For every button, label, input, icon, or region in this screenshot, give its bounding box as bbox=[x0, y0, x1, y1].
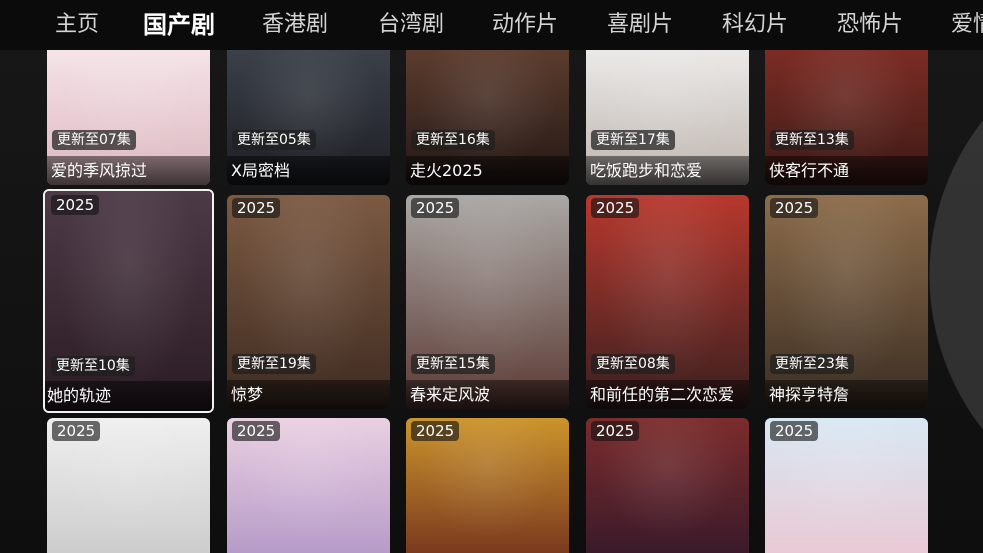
media-card[interactable]: 更新至07集 爱的季风掠过 bbox=[47, 50, 210, 185]
title-bar: 爱的季风掠过 bbox=[47, 156, 210, 185]
media-title: 她的轨迹 bbox=[47, 386, 112, 405]
tab-domestic-drama[interactable]: 国产剧 bbox=[143, 0, 215, 50]
media-title: X局密档 bbox=[231, 161, 290, 180]
category-tab-bar: 主页 国产剧 香港剧 台湾剧 动作片 喜剧片 科幻片 恐怖片 爱情片 bbox=[0, 0, 983, 50]
year-badge: 2025 bbox=[232, 421, 281, 441]
title-bar: 神探亨特詹 bbox=[765, 380, 928, 409]
title-bar: 她的轨迹 bbox=[45, 381, 212, 411]
poster-image bbox=[406, 195, 569, 409]
media-card[interactable]: 2025 bbox=[227, 418, 390, 553]
episode-update-badge: 更新至10集 bbox=[51, 356, 135, 376]
media-card-focused[interactable]: 2025 更新至10集 她的轨迹 bbox=[43, 189, 214, 413]
year-badge: 2025 bbox=[770, 421, 819, 441]
year-badge: 2025 bbox=[52, 421, 101, 441]
title-bar: 惊梦 bbox=[227, 380, 390, 409]
media-card[interactable]: 更新至17集 吃饭跑步和恋爱 bbox=[586, 50, 749, 185]
media-card[interactable]: 2025 更新至23集 神探亨特詹 bbox=[765, 195, 928, 409]
episode-update-badge: 更新至08集 bbox=[591, 354, 675, 374]
media-title: 吃饭跑步和恋爱 bbox=[590, 161, 703, 180]
title-bar: 走火2025 bbox=[406, 156, 569, 185]
year-badge: 2025 bbox=[770, 198, 819, 218]
tab-action[interactable]: 动作片 bbox=[492, 0, 558, 50]
episode-update-badge: 更新至19集 bbox=[232, 354, 316, 374]
episode-update-badge: 更新至13集 bbox=[770, 130, 854, 150]
poster-image bbox=[227, 195, 390, 409]
tab-romance[interactable]: 爱情片 bbox=[951, 0, 983, 50]
tab-scifi[interactable]: 科幻片 bbox=[722, 0, 788, 50]
title-bar: X局密档 bbox=[227, 156, 390, 185]
title-bar: 吃饭跑步和恋爱 bbox=[586, 156, 749, 185]
media-title: 侠客行不通 bbox=[769, 161, 850, 180]
year-badge: 2025 bbox=[51, 195, 100, 215]
poster-image bbox=[765, 195, 928, 409]
year-badge: 2025 bbox=[411, 198, 460, 218]
media-title: 爱的季风掠过 bbox=[51, 161, 148, 180]
media-card[interactable]: 2025 更新至15集 春来定风波 bbox=[406, 195, 569, 409]
media-card[interactable]: 2025 bbox=[406, 418, 569, 553]
title-bar: 春来定风波 bbox=[406, 380, 569, 409]
media-card[interactable]: 更新至13集 侠客行不通 bbox=[765, 50, 928, 185]
tab-taiwan-drama[interactable]: 台湾剧 bbox=[378, 0, 444, 50]
year-badge: 2025 bbox=[591, 421, 640, 441]
tab-hongkong-drama[interactable]: 香港剧 bbox=[262, 0, 328, 50]
episode-update-badge: 更新至07集 bbox=[52, 130, 136, 150]
year-badge: 2025 bbox=[591, 198, 640, 218]
poster-image bbox=[45, 191, 212, 411]
media-card[interactable]: 2025 bbox=[765, 418, 928, 553]
year-badge: 2025 bbox=[411, 421, 460, 441]
year-badge: 2025 bbox=[232, 198, 281, 218]
episode-update-badge: 更新至23集 bbox=[770, 354, 854, 374]
episode-update-badge: 更新至05集 bbox=[232, 130, 316, 150]
media-card[interactable]: 2025 更新至08集 和前任的第二次恋爱 bbox=[586, 195, 749, 409]
media-title: 春来定风波 bbox=[410, 385, 491, 404]
media-card[interactable]: 更新至16集 走火2025 bbox=[406, 50, 569, 185]
tab-home[interactable]: 主页 bbox=[55, 0, 99, 50]
episode-update-badge: 更新至17集 bbox=[591, 130, 675, 150]
app-screen: 主页 国产剧 香港剧 台湾剧 动作片 喜剧片 科幻片 恐怖片 爱情片 更新至07… bbox=[0, 0, 983, 553]
episode-update-badge: 更新至15集 bbox=[411, 354, 495, 374]
media-title: 走火2025 bbox=[410, 161, 483, 180]
title-bar: 侠客行不通 bbox=[765, 156, 928, 185]
media-card[interactable]: 2025 bbox=[586, 418, 749, 553]
media-card[interactable]: 2025 更新至19集 惊梦 bbox=[227, 195, 390, 409]
tab-horror[interactable]: 恐怖片 bbox=[837, 0, 903, 50]
media-card[interactable]: 2025 bbox=[47, 418, 210, 553]
media-card[interactable]: 更新至05集 X局密档 bbox=[227, 50, 390, 185]
episode-update-badge: 更新至16集 bbox=[411, 130, 495, 150]
media-title: 惊梦 bbox=[231, 385, 264, 404]
title-bar: 和前任的第二次恋爱 bbox=[586, 380, 749, 409]
tab-comedy[interactable]: 喜剧片 bbox=[607, 0, 673, 50]
poster-image bbox=[586, 195, 749, 409]
media-title: 和前任的第二次恋爱 bbox=[590, 385, 735, 404]
media-title: 神探亨特詹 bbox=[769, 385, 850, 404]
